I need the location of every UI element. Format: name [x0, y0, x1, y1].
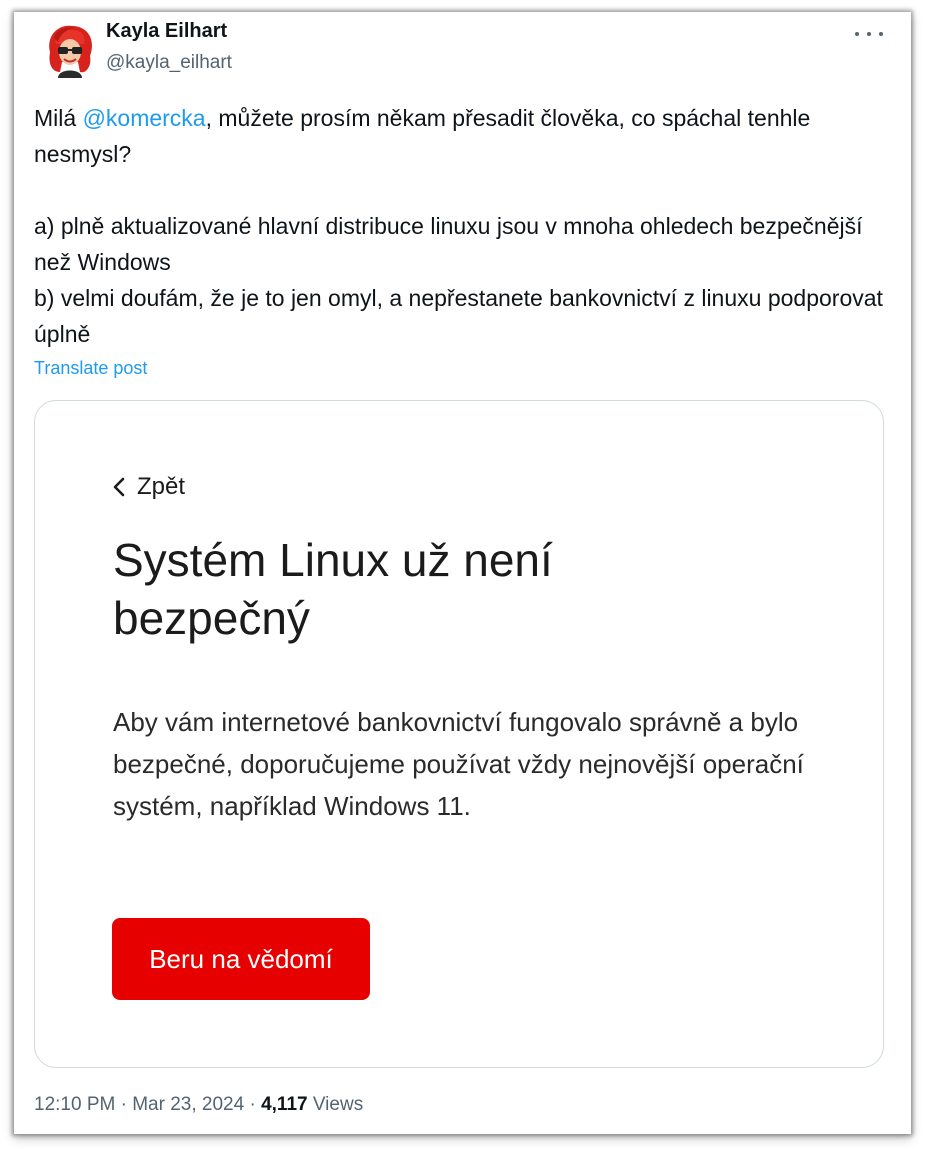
tweet-intro: Milá @komercka, můžete prosím někam přes…	[34, 100, 884, 172]
author-name[interactable]: Kayla Eilhart	[106, 20, 227, 43]
avatar[interactable]	[42, 22, 98, 78]
views-label: Views	[307, 1094, 364, 1115]
tweet-card: Kayla Eilhart @kayla_eilhart Milá @komer…	[14, 12, 911, 1134]
attached-image[interactable]: Zpět Systém Linux už není bezpečný Aby v…	[34, 400, 884, 1068]
back-link[interactable]: Zpět	[111, 473, 185, 501]
translate-post-link[interactable]: Translate post	[34, 358, 147, 379]
back-label: Zpět	[137, 473, 186, 500]
meta-separator: ·	[115, 1094, 133, 1115]
media-headline: Systém Linux už není bezpečný	[113, 534, 553, 644]
chevron-left-icon	[113, 477, 125, 497]
intro-prefix: Milá	[34, 105, 83, 131]
tweet-time[interactable]: 12:10 PM	[34, 1094, 115, 1115]
acknowledge-button[interactable]: Beru na vědomí	[112, 918, 370, 1000]
tweet-point-a: a) plně aktualizované hlavní distribuce …	[34, 213, 863, 275]
more-options-icon[interactable]	[855, 26, 883, 42]
tweet-text: Milá @komercka, můžete prosím někam přes…	[34, 100, 884, 352]
mention-link[interactable]: @komercka	[83, 105, 206, 131]
tweet-point-b: b) velmi doufám, že je to jen omyl, a ne…	[34, 285, 883, 347]
author-handle[interactable]: @kayla_eilhart	[106, 52, 232, 74]
red-haired-avatar-icon	[43, 23, 97, 78]
media-body: Aby vám internetové bankovnictví fungova…	[113, 707, 804, 821]
meta-separator-2: ·	[244, 1094, 262, 1115]
tweet-meta: 12:10 PM · Mar 23, 2024 · 4,117 Views	[34, 1094, 363, 1116]
tweet-date[interactable]: Mar 23, 2024	[132, 1094, 244, 1115]
views-count: 4,117	[261, 1094, 308, 1115]
